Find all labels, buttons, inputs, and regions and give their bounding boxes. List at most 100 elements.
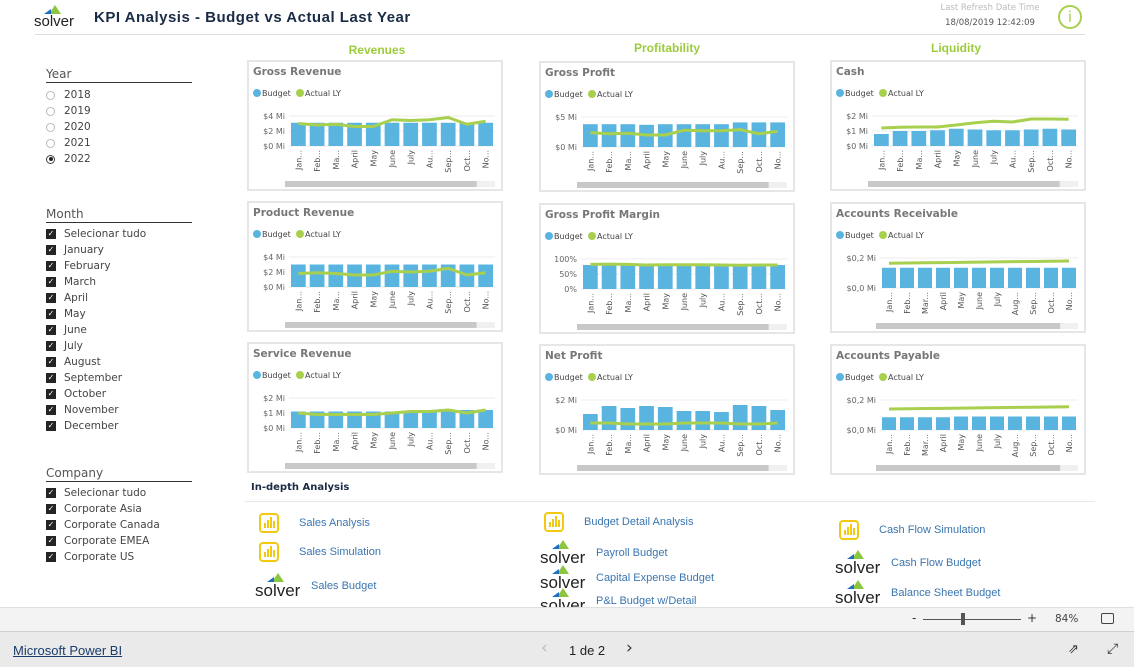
budget-bar[interactable] (918, 267, 932, 288)
report-link[interactable]: solver Balance Sheet Budget (835, 580, 1000, 606)
company-option[interactable]: ✓ Selecionar tudo (46, 485, 192, 501)
budget-bar[interactable] (601, 406, 617, 430)
budget-bar[interactable] (732, 122, 748, 147)
zoom-in-button[interactable]: + (1027, 611, 1037, 625)
month-option[interactable]: ✓ December (46, 418, 192, 434)
report-link[interactable]: Cash Flow Simulation (835, 520, 985, 540)
month-option[interactable]: ✓ August (46, 354, 192, 370)
budget-bar[interactable] (422, 264, 437, 288)
fullscreen-icon[interactable]: ⤢ (1107, 641, 1118, 657)
actual-ly-line[interactable] (881, 117, 1069, 130)
budget-bar[interactable] (1026, 267, 1040, 288)
budget-bar[interactable] (583, 124, 598, 147)
checkbox-checked-icon[interactable]: ✓ (46, 325, 56, 335)
budget-bar[interactable] (967, 129, 983, 147)
month-option[interactable]: ✓ September (46, 370, 192, 386)
budget-bar[interactable] (478, 264, 493, 288)
checkbox-checked-icon[interactable]: ✓ (46, 293, 56, 303)
month-option[interactable]: ✓ Selecionar tudo (46, 226, 192, 242)
report-link-label[interactable]: Capital Expense Budget (596, 572, 714, 584)
budget-bar[interactable] (1061, 129, 1076, 147)
budget-bar[interactable] (676, 124, 692, 147)
budget-bar[interactable] (403, 264, 419, 288)
checkbox-checked-icon[interactable]: ✓ (46, 536, 56, 546)
month-option[interactable]: ✓ November (46, 402, 192, 418)
budget-bar[interactable] (695, 265, 711, 289)
budget-bar[interactable] (440, 410, 456, 428)
report-link-label[interactable]: Cash Flow Budget (891, 557, 981, 569)
month-option[interactable]: ✓ February (46, 258, 192, 274)
budget-bar[interactable] (695, 124, 711, 147)
budget-bar[interactable] (1062, 267, 1076, 288)
budget-bar[interactable] (1005, 130, 1020, 146)
zoom-slider[interactable] (923, 619, 1021, 620)
checkbox-checked-icon[interactable]: ✓ (46, 520, 56, 530)
budget-bar[interactable] (478, 410, 493, 428)
report-link-label[interactable]: Cash Flow Simulation (879, 524, 985, 536)
budget-bar[interactable] (972, 416, 986, 431)
scrollbar-thumb[interactable] (577, 182, 769, 188)
budget-bar[interactable] (422, 411, 437, 429)
checkbox-checked-icon[interactable]: ✓ (46, 504, 56, 514)
scrollbar-thumb[interactable] (285, 181, 477, 187)
budget-bar[interactable] (1023, 129, 1039, 147)
budget-bar[interactable] (291, 122, 306, 146)
budget-bar[interactable] (954, 416, 968, 431)
year-option-2020[interactable]: 2020 (46, 119, 192, 135)
budget-bar[interactable] (1008, 267, 1022, 288)
budget-bar[interactable] (639, 406, 654, 430)
budget-bar[interactable] (384, 122, 400, 146)
radio-button[interactable] (46, 154, 55, 164)
month-option[interactable]: ✓ January (46, 242, 192, 258)
report-link-label[interactable]: Balance Sheet Budget (891, 587, 1000, 599)
checkbox-checked-icon[interactable]: ✓ (46, 357, 56, 367)
actual-ly-line[interactable] (298, 408, 486, 416)
zoom-out-button[interactable]: - (912, 611, 916, 625)
checkbox-checked-icon[interactable]: ✓ (46, 261, 56, 271)
year-option-2021[interactable]: 2021 (46, 135, 192, 151)
budget-bar[interactable] (1044, 416, 1058, 431)
month-option[interactable]: ✓ May (46, 306, 192, 322)
scrollbar-thumb[interactable] (285, 322, 477, 328)
budget-bar[interactable] (676, 411, 692, 430)
month-option[interactable]: ✓ June (46, 322, 192, 338)
budget-bar[interactable] (291, 264, 306, 288)
budget-bar[interactable] (882, 417, 896, 430)
report-link-label[interactable]: P&L Budget w/Detail (596, 595, 696, 607)
budget-bar[interactable] (954, 267, 968, 288)
budget-bar[interactable] (770, 122, 785, 147)
scrollbar-thumb[interactable] (876, 323, 1061, 329)
budget-bar[interactable] (583, 265, 598, 289)
budget-bar[interactable] (422, 122, 437, 146)
budget-bar[interactable] (990, 416, 1004, 431)
radio-button[interactable] (46, 106, 55, 116)
budget-bar[interactable] (900, 417, 914, 430)
company-option[interactable]: ✓ Corporate Canada (46, 517, 192, 533)
budget-bar[interactable] (770, 265, 785, 289)
company-option[interactable]: ✓ Corporate EMEA (46, 533, 192, 549)
budget-bar[interactable] (620, 124, 636, 147)
budget-bar[interactable] (882, 267, 896, 288)
budget-bar[interactable] (1008, 416, 1022, 431)
checkbox-checked-icon[interactable]: ✓ (46, 421, 56, 431)
report-link-label[interactable]: Payroll Budget (596, 547, 668, 559)
actual-ly-line[interactable] (590, 262, 778, 267)
next-page-button[interactable]: › (626, 638, 633, 658)
budget-bar[interactable] (936, 417, 950, 430)
budget-bar[interactable] (601, 265, 617, 289)
year-option-2019[interactable]: 2019 (46, 103, 192, 119)
budget-bar[interactable] (948, 128, 964, 146)
zoom-slider-thumb[interactable] (961, 613, 965, 625)
budget-bar[interactable] (440, 122, 456, 146)
checkbox-checked-icon[interactable]: ✓ (46, 552, 56, 562)
radio-button[interactable] (46, 90, 55, 100)
prev-page-button[interactable]: ‹ (541, 638, 548, 658)
report-link[interactable]: solver Cash Flow Budget (835, 550, 981, 576)
report-link-label[interactable]: Sales Budget (311, 580, 376, 592)
checkbox-checked-icon[interactable]: ✓ (46, 229, 56, 239)
report-link[interactable]: Budget Detail Analysis (540, 512, 693, 532)
budget-bar[interactable] (1044, 267, 1058, 288)
month-option[interactable]: ✓ March (46, 274, 192, 290)
budget-bar[interactable] (874, 134, 889, 146)
month-option[interactable]: ✓ July (46, 338, 192, 354)
